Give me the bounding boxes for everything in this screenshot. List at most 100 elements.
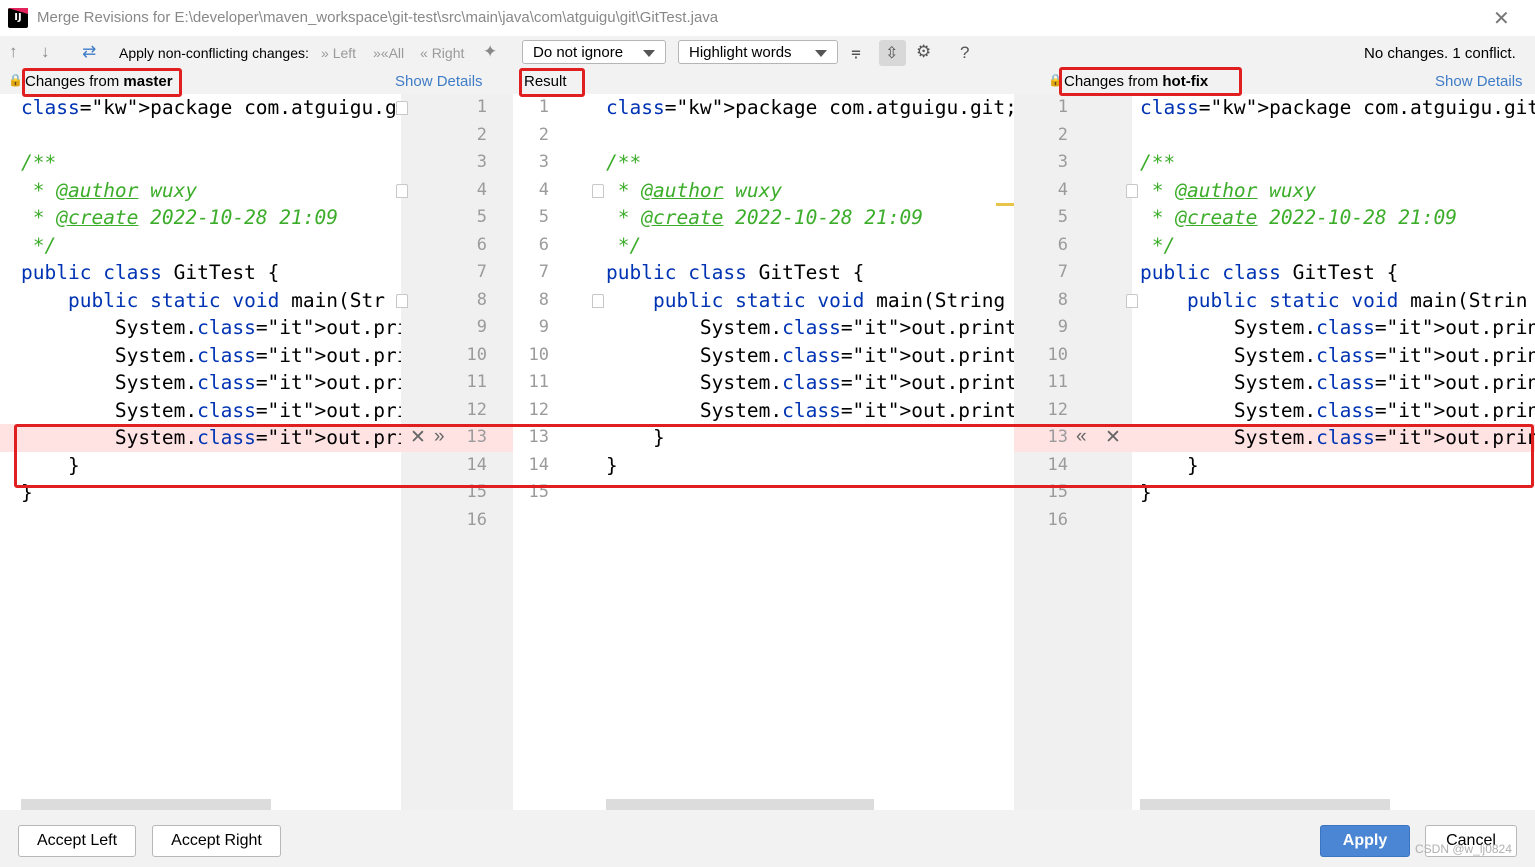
result-code-line[interactable]: System.class="it">out.println(class="str… — [606, 369, 1014, 397]
right-line-number: 1 — [1057, 97, 1068, 117]
result-code-line[interactable]: * @author wuxy — [606, 177, 782, 205]
left-line-number: 15 — [466, 482, 487, 502]
left-gutter: 1 2 3 4 5 6 7 8 9 10 11 12 13 14 15 16 ✕ » — [401, 94, 513, 810]
result-code-line[interactable]: public static void main(String — [606, 287, 1005, 315]
result-code-line[interactable]: } — [606, 424, 665, 452]
result-code-line[interactable]: System.class="it">out.println(class="str… — [606, 342, 1014, 370]
right-horizontal-scrollbar[interactable] — [1140, 799, 1390, 810]
accept-left-button[interactable]: Accept Left — [18, 825, 136, 857]
accept-right-button[interactable]: Accept Right — [152, 825, 281, 857]
left-code-line[interactable]: /** — [21, 149, 56, 177]
fold-marker-icon[interactable] — [396, 294, 408, 308]
fold-marker-icon[interactable] — [396, 101, 408, 115]
result-code-line[interactable]: public class GitTest { — [606, 259, 864, 287]
left-line-number: 9 — [476, 317, 487, 337]
right-editor[interactable]: class="kw">package com.atguigu.git; /** *… — [1132, 94, 1535, 810]
result-change-marker — [996, 203, 1014, 206]
left-line-number: 13 — [466, 427, 487, 447]
fold-marker-icon[interactable] — [1126, 294, 1138, 308]
result-left-gutter: 1 2 3 4 5 6 7 8 9 10 11 12 13 14 15 — [513, 94, 597, 810]
left-code-line[interactable]: * @author wuxy — [21, 177, 197, 205]
accept-left-change-icon[interactable]: » — [434, 426, 445, 448]
apply-left-button[interactable]: » Left — [321, 45, 356, 61]
left-code-line[interactable]: } — [21, 479, 33, 507]
result-code-line[interactable]: } — [606, 452, 618, 480]
left-horizontal-scrollbar[interactable] — [21, 799, 271, 810]
left-line-number: 3 — [476, 152, 487, 172]
right-code-line[interactable]: class="kw">package com.atguigu.git; — [1140, 94, 1535, 122]
result-code-line[interactable]: class="kw">package com.atguigu.git; — [606, 94, 1014, 122]
right-gutter: 1 2 3 4 5 6 7 8 9 10 11 12 13 14 15 16 « ✕ — [1014, 94, 1132, 810]
right-code-line[interactable]: System.class="it">out.println(class="str… — [1140, 342, 1535, 370]
fold-marker-icon[interactable] — [1126, 184, 1138, 198]
right-line-number: 7 — [1057, 262, 1068, 282]
apply-button[interactable]: Apply — [1320, 825, 1410, 857]
left-code-line[interactable]: public class GitTest { — [21, 259, 279, 287]
ignore-right-change-icon[interactable]: ✕ — [1105, 426, 1121, 449]
right-code-line[interactable]: System.class="it">out.println(class="str… — [1140, 397, 1535, 425]
double-chevron-both-icon: »« — [373, 45, 389, 61]
right-show-details-link[interactable]: Show Details — [1435, 73, 1523, 95]
right-code-line[interactable]: /** — [1140, 149, 1175, 177]
apply-all-button[interactable]: »«All — [373, 45, 404, 61]
left-code-line[interactable]: * @create 2022-10-28 21:09 — [21, 204, 338, 232]
previous-difference-icon[interactable]: ↑ — [9, 42, 18, 62]
result-horizontal-scrollbar[interactable] — [606, 799, 874, 810]
result-code-line[interactable]: System.class="it">out.println(class="str… — [606, 397, 1014, 425]
left-line-number: 8 — [476, 289, 487, 310]
right-code-line[interactable]: * @author wuxy — [1140, 177, 1316, 205]
fold-marker-icon[interactable] — [396, 184, 408, 198]
left-code-line[interactable]: System.class="it">out.println(class="str… — [21, 369, 401, 397]
apply-right-label: Right — [431, 45, 465, 61]
right-code-line[interactable]: public static void main(Strin — [1140, 287, 1528, 315]
left-code-line[interactable]: } — [21, 452, 80, 480]
accept-right-change-icon[interactable]: « — [1076, 426, 1087, 448]
result-code-line[interactable]: System.class="it">out.println(class="str… — [606, 314, 1014, 342]
result-editor[interactable]: class="kw">package com.atguigu.git; /** *… — [597, 94, 1014, 810]
left-code-line[interactable]: System.class="it">out.println(class="str… — [21, 342, 401, 370]
gear-icon[interactable]: ⚙ — [916, 42, 931, 62]
sync-scroll-toggle[interactable]: ⇳ — [879, 40, 906, 66]
right-code-line[interactable]: System.class="it">out.println(class="str… — [1140, 369, 1535, 397]
result-line-number: 11 — [528, 372, 549, 392]
next-difference-icon[interactable]: ↓ — [41, 42, 50, 62]
highlight-dropdown[interactable]: Highlight words — [678, 40, 838, 64]
result-code-line[interactable]: * @create 2022-10-28 21:09 — [606, 204, 923, 232]
ignore-dropdown-value: Do not ignore — [533, 44, 624, 61]
left-code-line[interactable]: public static void main(Str — [21, 287, 385, 315]
left-code-line[interactable]: System.class="it">out.println(class="str… — [21, 397, 401, 425]
right-code-line[interactable]: * @create 2022-10-28 21:09 — [1140, 204, 1457, 232]
left-code-line[interactable]: System.class="it">out.println(class="str… — [21, 314, 401, 342]
result-code-line[interactable]: /** — [606, 149, 641, 177]
collapse-unchanged-icon[interactable]: ⩦ — [851, 42, 861, 62]
right-code-line[interactable]: public class GitTest { — [1140, 259, 1398, 287]
result-line-number: 10 — [528, 344, 549, 365]
right-code-line[interactable]: System.class="it">out.println(class="str… — [1140, 424, 1535, 452]
help-icon[interactable]: ? — [960, 43, 969, 63]
apply-right-button[interactable]: « Right — [420, 45, 464, 61]
result-line-number: 1 — [538, 97, 549, 117]
right-code-line[interactable]: System.class="it">out.println(class="str… — [1140, 314, 1535, 342]
result-code-line[interactable]: */ — [606, 232, 642, 260]
close-icon[interactable]: ✕ — [1493, 6, 1510, 31]
fold-marker-icon[interactable] — [592, 184, 604, 198]
fold-marker-icon[interactable] — [592, 294, 604, 308]
left-code-line[interactable]: class="kw">package com.atguigu.git; — [21, 94, 401, 122]
ignore-whitespace-dropdown[interactable]: Do not ignore — [522, 40, 666, 64]
left-header-branch: master — [123, 73, 173, 90]
right-code-line[interactable]: */ — [1140, 232, 1176, 260]
left-line-number: 16 — [466, 509, 487, 530]
right-code-line[interactable]: } — [1140, 479, 1152, 507]
result-line-number: 4 — [538, 179, 549, 200]
ignore-left-change-icon[interactable]: ✕ — [410, 426, 426, 449]
double-chevron-left-icon: « — [420, 45, 428, 61]
magic-resolve-icon[interactable]: ✦ — [483, 42, 497, 62]
right-code-line[interactable]: } — [1140, 452, 1199, 480]
left-code-line[interactable]: System.class="it">out.println(class="str… — [21, 424, 401, 452]
left-code-line[interactable]: */ — [21, 232, 57, 260]
result-line-number: 12 — [528, 399, 549, 420]
right-line-number: 11 — [1047, 372, 1068, 392]
left-editor[interactable]: class="kw">package com.atguigu.git; /** *… — [0, 94, 401, 810]
left-show-details-link[interactable]: Show Details — [395, 73, 483, 95]
apply-changes-icon[interactable]: ⇄ — [82, 42, 96, 62]
